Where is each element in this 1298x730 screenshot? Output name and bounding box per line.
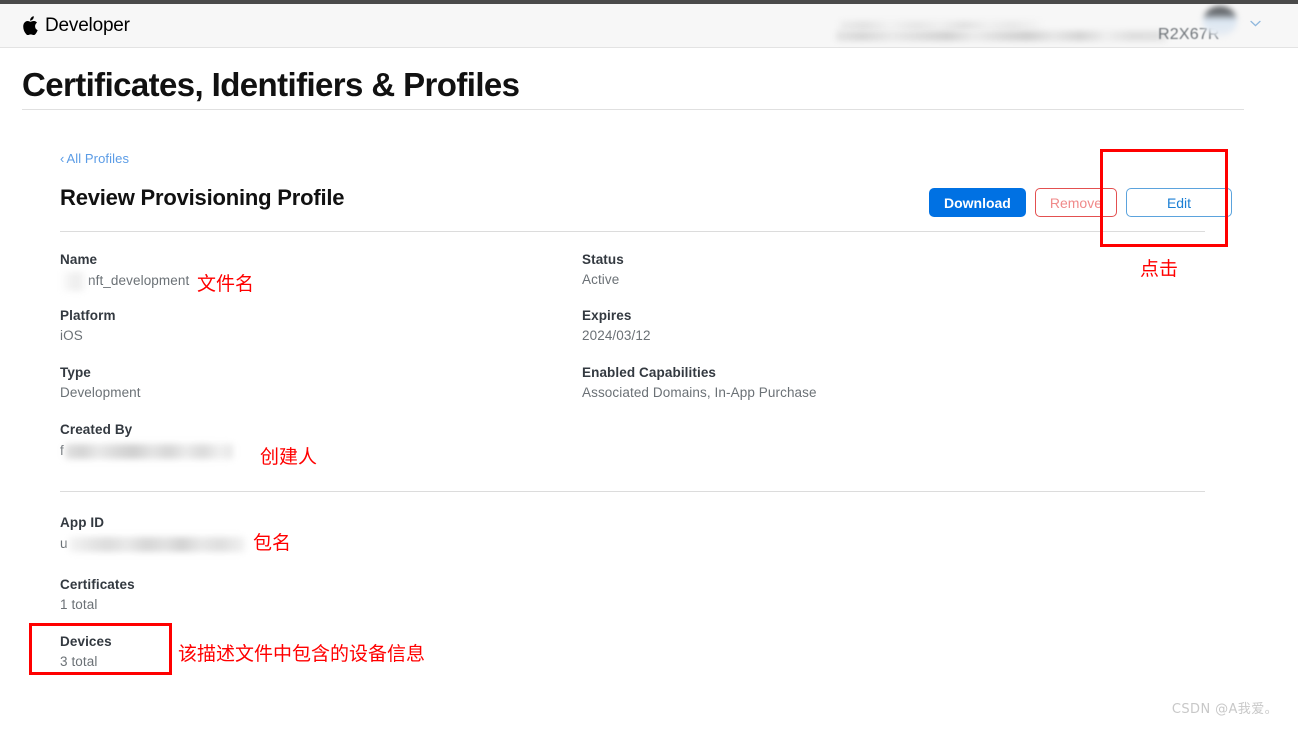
field-enabled-capabilities: Enabled Capabilities Associated Domains,… — [582, 365, 817, 400]
breadcrumb-all-profiles[interactable]: ‹ All Profiles — [60, 151, 129, 166]
field-platform-label: Platform — [60, 308, 116, 323]
account-name-redacted — [840, 21, 1040, 30]
breadcrumb-back-chevron-icon: ‹ — [60, 151, 65, 166]
field-name-visible-part: nft_development — [88, 273, 190, 289]
avatar[interactable] — [1203, 6, 1237, 36]
annotation-package: 包名 — [253, 532, 292, 554]
field-status-label: Status — [582, 252, 624, 267]
field-platform: Platform iOS — [60, 308, 116, 343]
field-app-id-redacted-part — [68, 536, 245, 552]
field-platform-value: iOS — [60, 328, 83, 343]
account-area[interactable]: R2X67R — [818, 4, 1298, 52]
annotation-box-edit-button — [1100, 149, 1228, 247]
annotation-filename: 文件名 — [197, 273, 255, 295]
field-name-redacted-part — [60, 272, 86, 291]
field-name-label: Name — [60, 252, 98, 267]
field-status: Status Active — [582, 252, 624, 287]
annotation-click: 点击 — [1140, 258, 1179, 280]
apple-logo-icon — [23, 15, 38, 35]
field-created-by-label: Created By — [60, 422, 133, 437]
status-badge: Active — [582, 272, 620, 287]
chevron-down-icon[interactable] — [1250, 20, 1261, 27]
watermark: CSDN @A我爱。 — [1171, 702, 1278, 717]
account-org-redacted — [836, 31, 1166, 41]
brand-name: Developer — [45, 14, 130, 36]
field-app-id-label: App ID — [60, 515, 105, 530]
field-enabled-capabilities-value: Associated Domains, In-App Purchase — [582, 385, 817, 400]
field-name: Name nft_development — [60, 252, 189, 291]
field-type-label: Type — [60, 365, 91, 380]
field-name-value: nft_development — [60, 272, 189, 291]
download-button[interactable]: Download — [928, 188, 1026, 217]
field-created-by-value: f — [60, 443, 233, 459]
annotation-devices: 该描述文件中包含的设备信息 — [178, 643, 426, 665]
divider-middle — [60, 491, 1205, 492]
field-expires: Expires 2024/03/12 — [582, 308, 651, 343]
field-app-id-visible-part: u — [60, 536, 68, 551]
global-header: Developer R2X67R — [0, 4, 1298, 48]
field-type-value: Development — [60, 385, 141, 400]
field-certificates: Certificates 1 total — [60, 577, 135, 612]
field-certificates-label: Certificates — [60, 577, 135, 592]
field-app-id-value: u — [60, 536, 245, 552]
field-enabled-capabilities-label: Enabled Capabilities — [582, 365, 717, 380]
breadcrumb-label: All Profiles — [66, 151, 130, 166]
field-type: Type Development — [60, 365, 141, 400]
divider-top — [60, 231, 1205, 232]
annotation-creator: 创建人 — [260, 446, 318, 468]
field-expires-value: 2024/03/12 — [582, 328, 651, 343]
brand-link[interactable]: Developer — [22, 11, 130, 39]
annotation-box-devices — [29, 623, 172, 675]
field-app-id: App ID u — [60, 515, 245, 553]
page-title: Certificates, Identifiers & Profiles — [22, 66, 520, 103]
field-created-by-redacted-part — [64, 443, 233, 459]
section-title: Review Provisioning Profile — [60, 185, 345, 210]
field-created-by-visible-part: f — [60, 443, 64, 458]
field-created-by: Created By f — [60, 422, 233, 460]
field-certificates-value: 1 total — [60, 597, 98, 612]
title-divider — [22, 109, 1244, 110]
field-expires-label: Expires — [582, 308, 632, 323]
